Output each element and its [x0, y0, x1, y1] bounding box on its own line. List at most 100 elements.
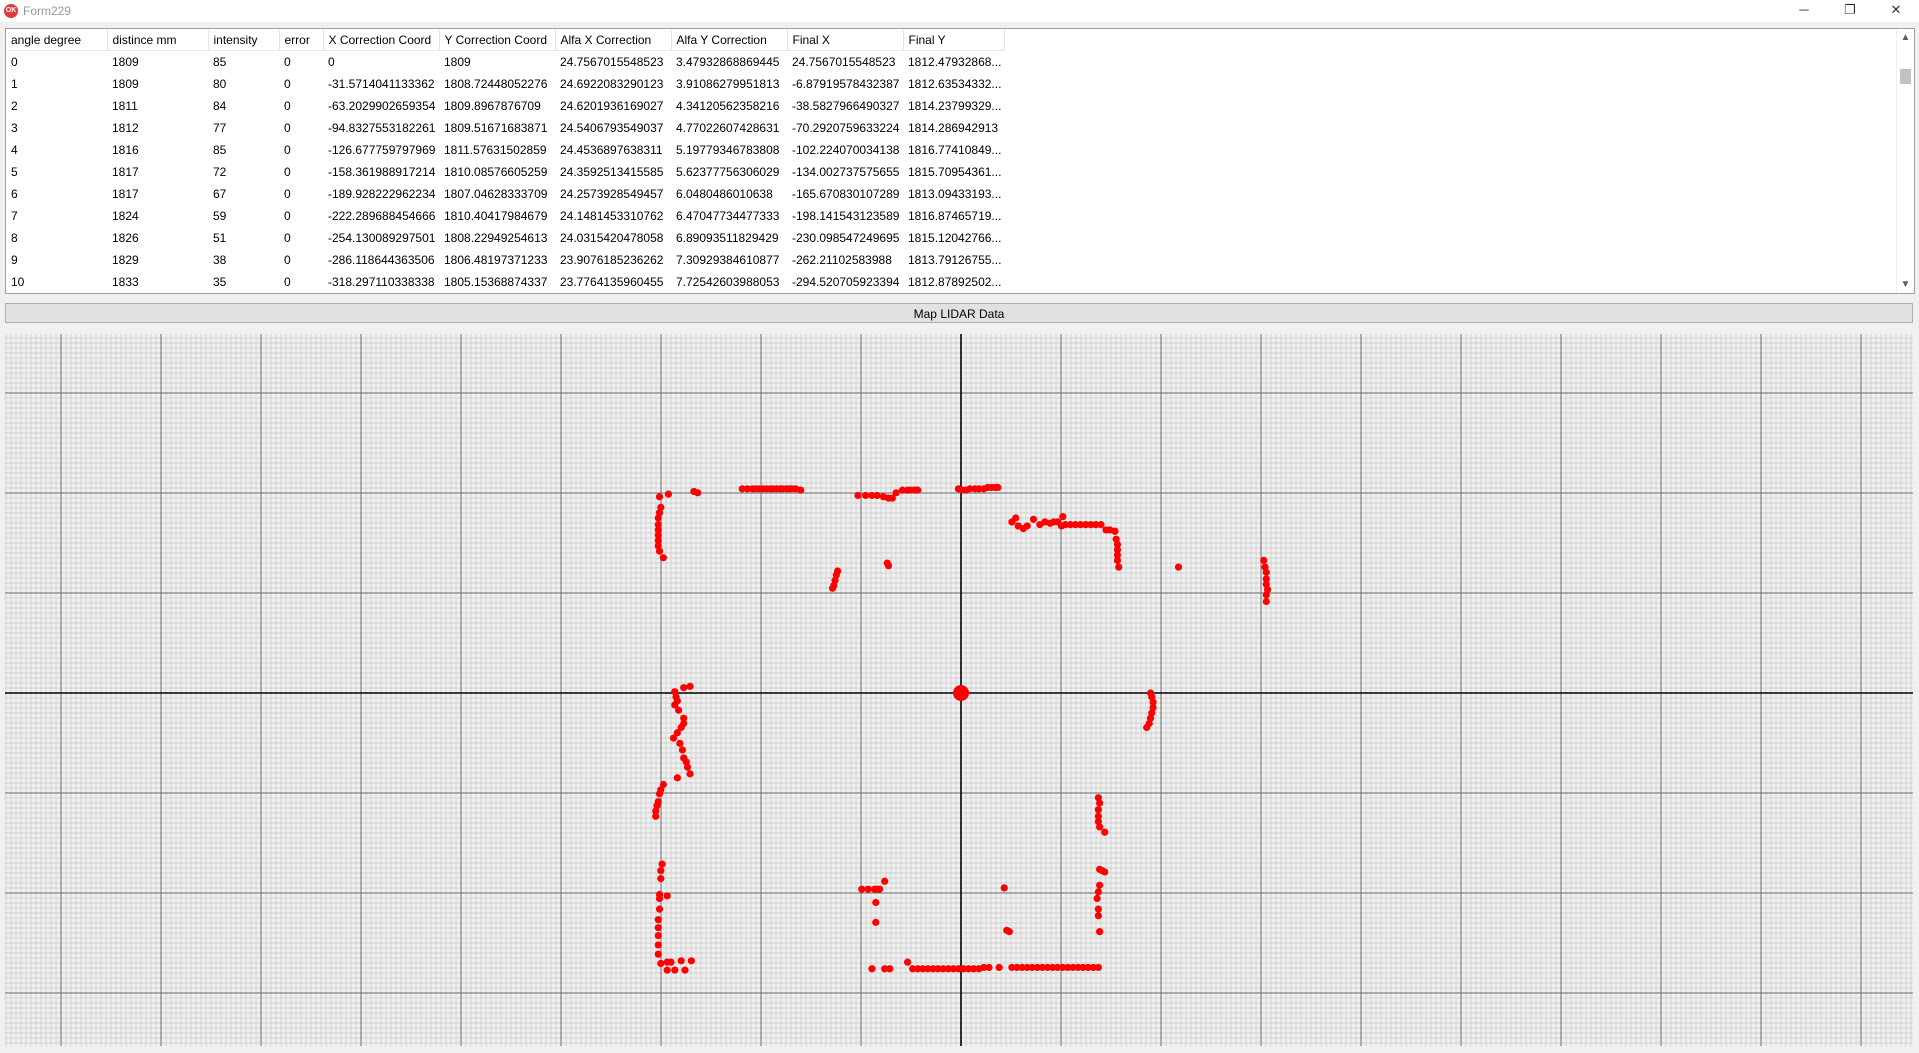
table-cell[interactable]: 3 [6, 117, 107, 139]
table-cell[interactable]: -94.8327553182261 [323, 117, 439, 139]
column-header[interactable]: angle degree [6, 29, 108, 51]
table-cell[interactable]: 1811.57631502859 [439, 139, 555, 161]
table-cell[interactable]: 72 [208, 161, 279, 183]
table-cell[interactable]: 1824 [107, 205, 208, 227]
table-cell[interactable]: -126.677759797969 [323, 139, 439, 161]
data-grid[interactable]: angle degree distince mm intensity error… [5, 28, 1915, 294]
table-cell[interactable]: 0 [279, 51, 323, 74]
table-cell[interactable]: -318.297110338338 [323, 271, 439, 293]
table-cell[interactable]: 0 [279, 205, 323, 227]
table-cell[interactable]: -158.361988917214 [323, 161, 439, 183]
table-cell[interactable]: 1812.87892502... [903, 271, 1004, 293]
vertical-scrollbar[interactable]: ▲ ▼ [1896, 29, 1914, 293]
table-cell[interactable]: 24.2573928549457 [555, 183, 671, 205]
table-cell[interactable]: 4.34120562358216 [671, 95, 787, 117]
minimize-button[interactable]: ─ [1781, 0, 1827, 22]
table-cell[interactable]: -134.002737575655 [787, 161, 903, 183]
table-cell[interactable]: 0 [279, 249, 323, 271]
table-cell[interactable]: 1806.48197371233 [439, 249, 555, 271]
table-cell[interactable]: 1809 [107, 73, 208, 95]
table-row[interactable]: 6 1817 67 0 -189.928222962234 1807.0462833370… [6, 183, 1004, 205]
table-cell[interactable]: 1812.47932868... [903, 51, 1004, 74]
table-cell[interactable]: 7.72542603988053 [671, 271, 787, 293]
table-cell[interactable]: -31.5714041133362 [323, 73, 439, 95]
table-cell[interactable]: -262.21102583988 [787, 249, 903, 271]
table-cell[interactable]: 77 [208, 117, 279, 139]
table-cell[interactable]: -165.670830107289 [787, 183, 903, 205]
table-cell[interactable]: 1808.72448052276 [439, 73, 555, 95]
column-header[interactable]: Final X [787, 29, 904, 51]
table-row[interactable]: 9 1829 38 0 -286.118644363506 1806.4819737123… [6, 249, 1004, 271]
table-cell[interactable]: 1817 [107, 183, 208, 205]
scroll-up-icon[interactable]: ▲ [1897, 29, 1914, 46]
table-cell[interactable]: -102.224070034138 [787, 139, 903, 161]
table-cell[interactable]: 1833 [107, 271, 208, 293]
table-cell[interactable]: 6 [6, 183, 107, 205]
table-cell[interactable]: 1814.286942913 [903, 117, 1004, 139]
column-header[interactable]: intensity [208, 29, 280, 51]
table-cell[interactable]: -6.87919578432387 [787, 73, 903, 95]
table-cell[interactable]: 1815.12042766... [903, 227, 1004, 249]
table-cell[interactable]: 0 [323, 51, 439, 74]
table-cell[interactable]: 7 [6, 205, 107, 227]
table-cell[interactable]: 4 [6, 139, 107, 161]
table-cell[interactable]: 2 [6, 95, 107, 117]
table-cell[interactable]: 1808.22949254613 [439, 227, 555, 249]
table-cell[interactable]: 0 [279, 117, 323, 139]
table-cell[interactable]: 1809 [439, 51, 555, 74]
table-cell[interactable]: 1813.09433193... [903, 183, 1004, 205]
table-cell[interactable]: -254.130089297501 [323, 227, 439, 249]
table-cell[interactable]: 7.30929384610877 [671, 249, 787, 271]
table-cell[interactable]: 24.5406793549037 [555, 117, 671, 139]
table-row[interactable]: 7 1824 59 0 -222.289688454666 1810.4041798467… [6, 205, 1004, 227]
table-cell[interactable]: 1807.04628333709 [439, 183, 555, 205]
table-cell[interactable]: 4.77022607428631 [671, 117, 787, 139]
table-cell[interactable]: 0 [279, 227, 323, 249]
close-button[interactable]: ✕ [1873, 0, 1919, 22]
table-cell[interactable]: 0 [279, 271, 323, 293]
table-cell[interactable]: 85 [208, 139, 279, 161]
table-cell[interactable]: -63.2029902659354 [323, 95, 439, 117]
table-cell[interactable]: 1826 [107, 227, 208, 249]
table-cell[interactable]: 38 [208, 249, 279, 271]
table-cell[interactable]: 1809.51671683871 [439, 117, 555, 139]
table-row[interactable]: 4 1816 85 0 -126.677759797969 1811.5763150285… [6, 139, 1004, 161]
table-cell[interactable]: -222.289688454666 [323, 205, 439, 227]
table-cell[interactable]: 0 [6, 51, 107, 74]
table-cell[interactable]: -198.141543123589 [787, 205, 903, 227]
table-row[interactable]: 2 1811 84 0 -63.2029902659354 1809.8967876709… [6, 95, 1004, 117]
table-cell[interactable]: 24.7567015548523 [555, 51, 671, 74]
table-cell[interactable]: 1 [6, 73, 107, 95]
table-cell[interactable]: 1810.40417984679 [439, 205, 555, 227]
column-header[interactable]: Alfa X Correction [555, 29, 672, 51]
column-header[interactable]: Final Y [903, 29, 1005, 51]
table-cell[interactable]: 1805.15368874337 [439, 271, 555, 293]
table-row[interactable]: 5 1817 72 0 -158.361988917214 1810.0857660525… [6, 161, 1004, 183]
restore-button[interactable]: ❐ [1827, 0, 1873, 22]
table-cell[interactable]: 5 [6, 161, 107, 183]
column-header[interactable]: error [279, 29, 324, 51]
column-header[interactable]: Y Correction Coord [439, 29, 556, 51]
table-row[interactable]: 1 1809 80 0 -31.5714041133362 1808.7244805227… [6, 73, 1004, 95]
table-cell[interactable]: 5.19779346783808 [671, 139, 787, 161]
table-cell[interactable]: 1809.8967876709 [439, 95, 555, 117]
table-cell[interactable]: 5.62377756306029 [671, 161, 787, 183]
column-header[interactable]: X Correction Coord [323, 29, 440, 51]
table-cell[interactable]: 24.1481453310762 [555, 205, 671, 227]
table-cell[interactable]: 0 [279, 95, 323, 117]
table-row[interactable]: 10 1833 35 0 -318.297110338338 1805.153688743… [6, 271, 1004, 293]
table-cell[interactable]: 0 [279, 161, 323, 183]
table-cell[interactable]: 1816.87465719... [903, 205, 1004, 227]
table-cell[interactable]: 3.47932868869445 [671, 51, 787, 74]
table-cell[interactable]: 1816.77410849... [903, 139, 1004, 161]
table-cell[interactable]: 23.9076185236262 [555, 249, 671, 271]
table-cell[interactable]: 0 [279, 183, 323, 205]
table-cell[interactable]: 8 [6, 227, 107, 249]
table-cell[interactable]: 1809 [107, 51, 208, 74]
table-cell[interactable]: -294.520705923394 [787, 271, 903, 293]
table-cell[interactable]: 24.3592513415585 [555, 161, 671, 183]
table-cell[interactable]: -189.928222962234 [323, 183, 439, 205]
table-cell[interactable]: 1829 [107, 249, 208, 271]
table-cell[interactable]: 0 [279, 73, 323, 95]
table-cell[interactable]: 59 [208, 205, 279, 227]
